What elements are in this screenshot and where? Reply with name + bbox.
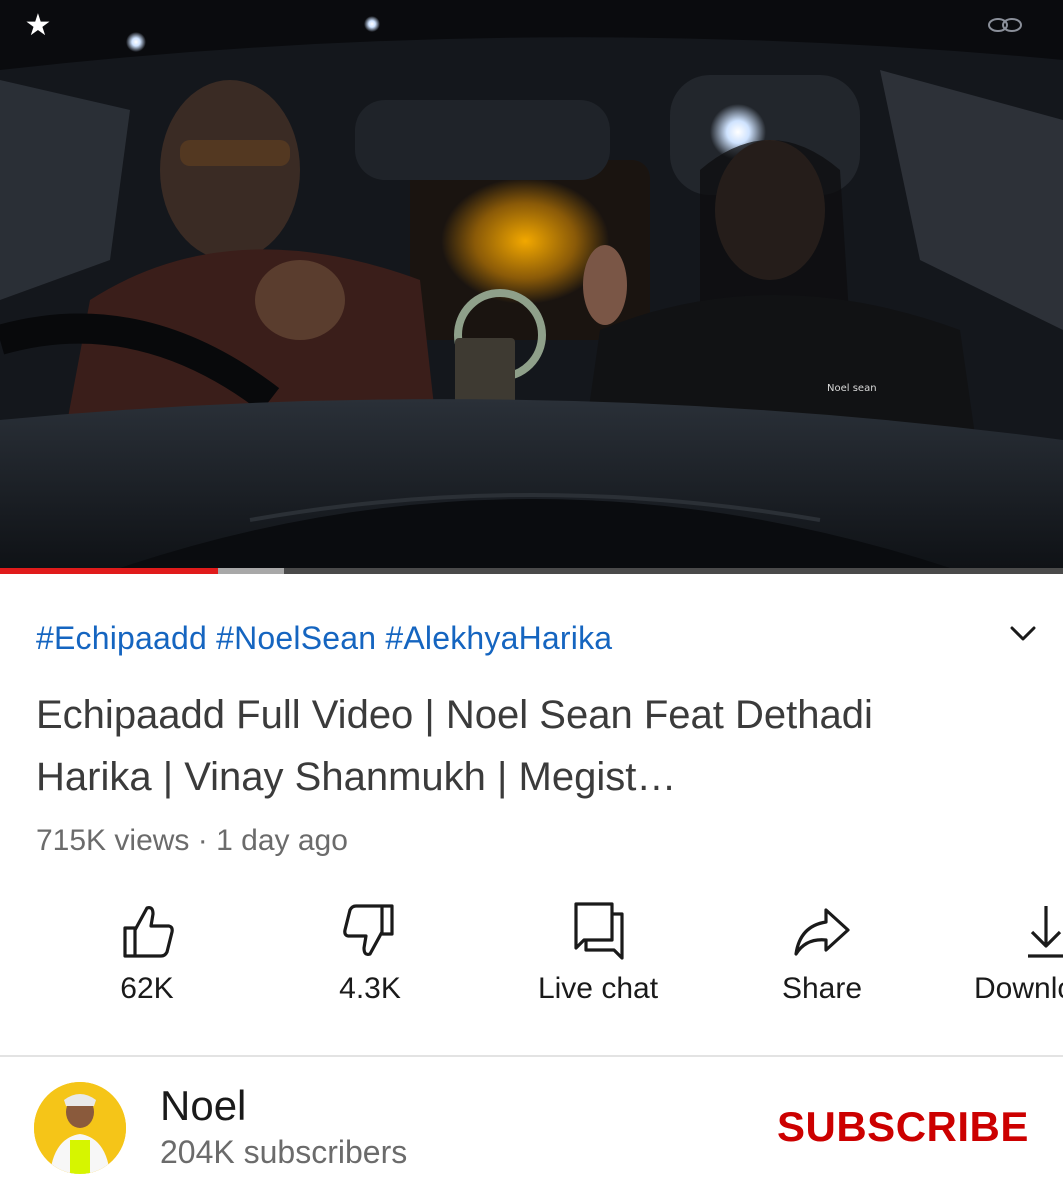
video-meta: 715K views · 1 day ago [36, 824, 348, 858]
avatar-image [34, 1082, 126, 1174]
section-divider [0, 1055, 1063, 1057]
star-icon[interactable]: ★ [22, 10, 54, 42]
share-label: Share [781, 972, 863, 1005]
avatar[interactable] [34, 1082, 126, 1174]
channel-watermark-logo [988, 18, 1022, 32]
subscribe-button[interactable]: SUBSCRIBE [777, 1103, 1029, 1151]
live-chat-label: Live chat [537, 972, 659, 1005]
chevron-down-icon[interactable] [1006, 620, 1040, 648]
dislike-button[interactable]: 4.3K [285, 900, 455, 1030]
like-button[interactable]: 62K [62, 900, 232, 1030]
chat-icon [574, 902, 624, 960]
channel-name[interactable]: Noel [160, 1082, 246, 1130]
view-count: 715K views [36, 824, 190, 857]
thumbs-down-icon [343, 904, 394, 956]
upload-age: 1 day ago [216, 824, 348, 857]
like-count: 62K [120, 972, 174, 1005]
dislike-count: 4.3K [339, 972, 401, 1005]
progress-bar[interactable] [0, 568, 1063, 574]
subscriber-count: 204K subscribers [160, 1134, 408, 1170]
share-icon [794, 908, 850, 956]
download-button[interactable]: Download [960, 900, 1063, 1030]
video-player[interactable]: ★ Noel sean [0, 0, 1063, 568]
live-chat-button[interactable]: Live chat [513, 900, 683, 1030]
thumbs-up-icon [123, 906, 174, 958]
meta-separator: · [197, 824, 208, 857]
video-title[interactable]: Echipaadd Full Video | Noel Sean Feat De… [36, 684, 936, 808]
video-frame [0, 0, 1063, 568]
download-icon [1028, 906, 1063, 958]
progress-played [0, 568, 218, 574]
video-watermark: Noel sean [827, 383, 877, 394]
hashtag-links[interactable]: #Echipaadd #NoelSean #AlekhyaHarika [36, 620, 612, 657]
download-label: Download [974, 972, 1063, 1005]
share-button[interactable]: Share [737, 900, 907, 1030]
